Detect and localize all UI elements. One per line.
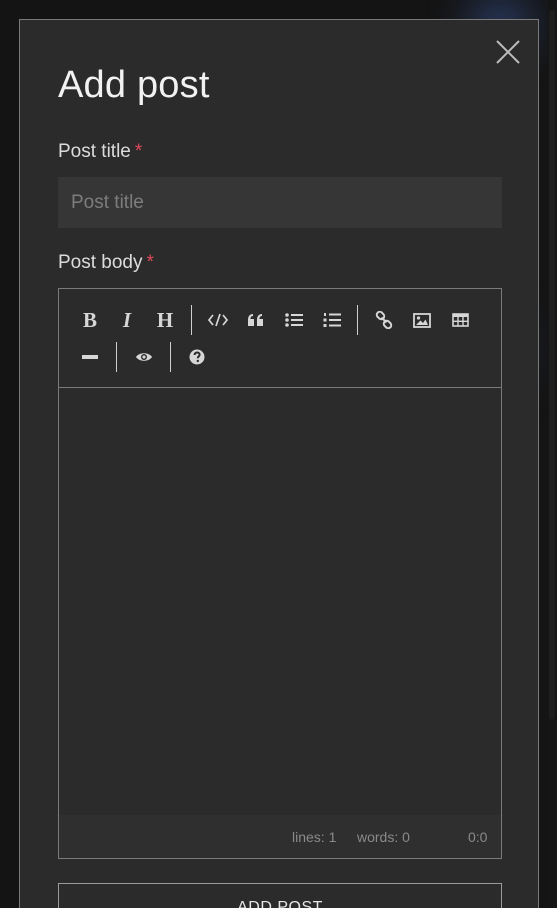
line-count: lines: 1 — [292, 829, 337, 845]
quote-icon — [248, 314, 263, 326]
required-marker: * — [146, 252, 154, 273]
editor-toolbar: B I H — [59, 289, 501, 388]
code-icon — [208, 313, 228, 327]
cursor-position: 0:0 — [468, 829, 488, 845]
close-icon — [496, 40, 520, 64]
link-button[interactable] — [369, 305, 399, 335]
markdown-editor: B I H lines: 1 words: 0 0:0 — [58, 288, 502, 859]
post-title-input[interactable] — [58, 177, 502, 228]
quote-button[interactable] — [241, 305, 271, 335]
word-count: words: 0 — [357, 829, 410, 845]
horizontal-rule-icon — [82, 355, 98, 359]
eye-icon — [136, 353, 152, 361]
editor-text-area[interactable] — [59, 388, 501, 815]
code-button[interactable] — [203, 305, 233, 335]
italic-button[interactable]: I — [112, 305, 142, 335]
toolbar-separator — [357, 305, 358, 335]
add-post-button[interactable]: ADD POST — [58, 883, 502, 908]
table-button[interactable] — [445, 305, 475, 335]
image-button[interactable] — [407, 305, 437, 335]
bold-icon: B — [82, 307, 97, 332]
post-body-label-text: Post body — [58, 252, 143, 273]
unordered-list-button[interactable] — [279, 305, 309, 335]
unordered-list-icon — [285, 313, 303, 327]
image-icon — [413, 312, 431, 328]
question-icon — [189, 349, 205, 365]
heading-icon: H — [156, 307, 174, 332]
table-icon — [451, 313, 469, 327]
ordered-list-icon — [323, 313, 341, 327]
link-icon — [375, 311, 393, 329]
ordered-list-button[interactable] — [317, 305, 347, 335]
toolbar-separator — [116, 342, 117, 372]
toolbar-separator — [191, 305, 192, 335]
horizontal-rule-button[interactable] — [75, 342, 105, 372]
post-body-label: Post body * — [58, 252, 154, 274]
guide-button[interactable] — [182, 342, 212, 372]
preview-button[interactable] — [129, 342, 159, 372]
italic-icon: I — [122, 307, 132, 332]
bold-button[interactable]: B — [75, 305, 105, 335]
modal-title: Add post — [58, 64, 210, 106]
scrollbar-thumb[interactable] — [549, 10, 555, 720]
toolbar-separator — [170, 342, 171, 372]
post-title-label-text: Post title — [58, 141, 131, 162]
add-post-button-label: ADD POST — [237, 899, 323, 908]
post-title-label: Post title * — [58, 141, 142, 163]
editor-statusbar: lines: 1 words: 0 0:0 — [59, 815, 501, 858]
required-marker: * — [134, 141, 143, 162]
close-button[interactable] — [494, 38, 522, 66]
add-post-modal: Add post Post title* Post body* B I H — [19, 19, 539, 908]
heading-button[interactable]: H — [150, 305, 180, 335]
